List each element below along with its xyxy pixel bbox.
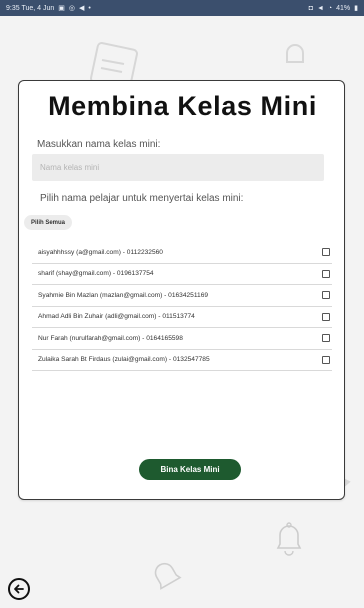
status-right: ◘ ◄ ◔ 41% ▮: [309, 5, 358, 12]
bell-icon: [286, 44, 304, 63]
student-row[interactable]: Syahmie Bin Mazlan (mazlan@gmail.com) - …: [32, 285, 332, 307]
send-notification-icon: ◀: [79, 4, 85, 12]
student-checkbox[interactable]: [322, 355, 330, 364]
student-label: Zulaika Sarah Bt Firdaus (zulai@gmail.co…: [38, 356, 210, 364]
page-title: Membina Kelas Mini: [48, 91, 317, 121]
wifi-icon: ◔: [327, 4, 333, 12]
bell-icon: [276, 522, 302, 556]
class-name-input[interactable]: [32, 154, 324, 181]
student-checkbox[interactable]: [322, 312, 330, 321]
students-label: Pilih nama pelajar untuk menyertai kelas…: [40, 193, 244, 204]
student-checkbox[interactable]: [322, 269, 330, 278]
student-list: aisyahhhssy (a@gmail.com) - 0112232560 s…: [32, 242, 332, 371]
student-checkbox[interactable]: [322, 248, 330, 257]
back-arrow-icon: [14, 584, 24, 594]
student-row[interactable]: Zulaika Sarah Bt Firdaus (zulai@gmail.co…: [32, 350, 332, 371]
student-checkbox[interactable]: [322, 334, 330, 343]
status-time-date: 9:35 Tue, 4 Jun: [6, 4, 55, 12]
status-left: 9:35 Tue, 4 Jun ▣ ◎ ◀ •: [6, 5, 91, 12]
mute-icon: ◄: [316, 4, 324, 12]
create-mini-class-button[interactable]: Bina Kelas Mini: [139, 459, 241, 480]
gallery-notification-icon: ▣: [58, 4, 65, 12]
class-name-label: Masukkan nama kelas mini:: [37, 139, 161, 150]
student-label: aisyahhhssy (a@gmail.com) - 0112232560: [38, 248, 163, 256]
create-mini-class-card: Membina Kelas Mini Masukkan nama kelas m…: [18, 80, 345, 500]
camera-notification-icon: ◎: [68, 4, 75, 12]
select-all-button[interactable]: Pilih Semua: [24, 215, 73, 230]
student-checkbox[interactable]: [322, 291, 330, 300]
status-bar: 9:35 Tue, 4 Jun ▣ ◎ ◀ • ◘ ◄ ◔ 41% ▮: [0, 0, 364, 16]
student-label: Syahmie Bin Mazlan (mazlan@gmail.com) - …: [38, 291, 209, 299]
battery-icon: ▮: [354, 4, 358, 12]
student-label: Nur Farah (nurulfarah@gmail.com) - 01641…: [38, 334, 183, 342]
student-label: Ahmad Adli Bin Zuhair (adli@gmail.com) -…: [38, 313, 195, 321]
student-label: sharif (shay@gmail.com) - 0196137754: [38, 270, 154, 278]
more-notifications-icon: •: [88, 4, 91, 12]
student-row[interactable]: Nur Farah (nurulfarah@gmail.com) - 01641…: [32, 328, 332, 350]
student-row[interactable]: sharif (shay@gmail.com) - 0196137754: [32, 264, 332, 285]
student-row[interactable]: aisyahhhssy (a@gmail.com) - 0112232560: [32, 242, 332, 264]
back-button[interactable]: [8, 578, 30, 600]
student-row[interactable]: Ahmad Adli Bin Zuhair (adli@gmail.com) -…: [32, 307, 332, 328]
bell-icon: [154, 562, 182, 590]
data-saver-icon: ◘: [308, 4, 313, 12]
battery-level: 41%: [336, 4, 351, 12]
